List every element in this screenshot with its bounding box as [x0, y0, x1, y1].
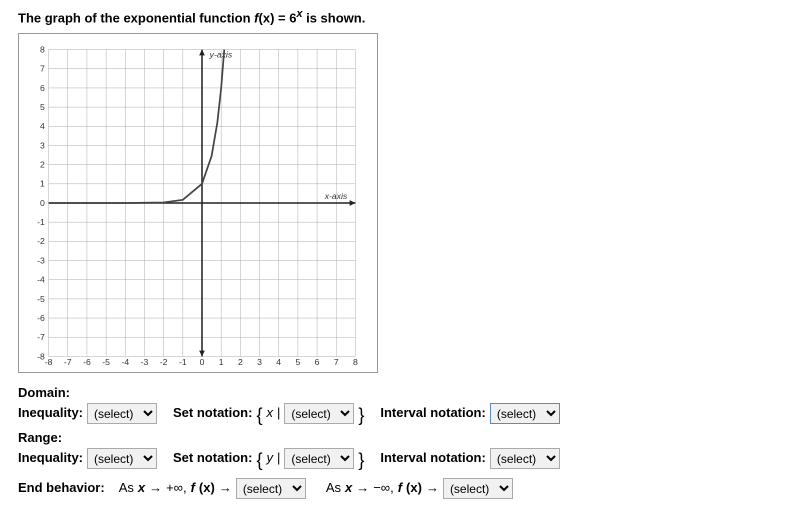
end-xvar-1: x — [138, 477, 145, 499]
svg-text:8: 8 — [40, 45, 45, 55]
graph-svg: y-axis x-axis -8-7-6-5-4-3-2-1012345678 … — [37, 40, 367, 366]
end-arrow-2: → — [356, 477, 369, 499]
svg-text:-6: -6 — [83, 357, 91, 366]
end-fx-1: (x) — [199, 477, 215, 499]
domain-title: Domain: — [18, 385, 782, 400]
svg-text:2: 2 — [238, 357, 243, 366]
set-bar-x: | — [277, 402, 280, 424]
svg-text:5: 5 — [40, 102, 45, 112]
graph-container: y-axis x-axis -8-7-6-5-4-3-2-1012345678 … — [18, 33, 378, 373]
svg-text:3: 3 — [257, 357, 262, 366]
end-fx-2: (x) — [406, 477, 422, 499]
svg-text:1: 1 — [219, 357, 224, 366]
end-arrow-2b: → — [426, 477, 439, 499]
prompt-text-1: The graph of the exponential function — [18, 10, 254, 25]
svg-text:-8: -8 — [45, 357, 53, 366]
prompt-fargs: (x) = 6 — [259, 10, 297, 25]
svg-text:-4: -4 — [121, 357, 129, 366]
endbehavior-neginf-select[interactable]: (select) — [443, 478, 513, 499]
svg-text:0: 0 — [200, 357, 205, 366]
range-inequality-label: Inequality: — [18, 447, 83, 469]
end-xvar-2: x — [345, 477, 352, 499]
domain-row: Inequality: (select) Set notation: {x| (… — [18, 402, 782, 424]
svg-text:-4: -4 — [37, 275, 45, 285]
y-axis-arrow-up — [199, 50, 205, 56]
svg-text:-7: -7 — [37, 332, 45, 342]
svg-text:2: 2 — [40, 160, 45, 170]
end-posinf: +∞, — [166, 477, 186, 499]
domain-inequality-label: Inequality: — [18, 402, 83, 424]
svg-text:-3: -3 — [141, 357, 149, 366]
y-axis-label: y-axis — [209, 50, 233, 60]
svg-text:-5: -5 — [102, 357, 110, 366]
svg-text:4: 4 — [276, 357, 281, 366]
range-interval-label: Interval notation: — [380, 447, 485, 469]
svg-text:6: 6 — [40, 83, 45, 93]
end-f-2: f — [398, 477, 402, 499]
domain-interval-label: Interval notation: — [380, 402, 485, 424]
svg-text:3: 3 — [40, 141, 45, 151]
end-arrow-1: → — [149, 477, 162, 499]
svg-text:1: 1 — [40, 179, 45, 189]
set-var-x: x — [266, 402, 273, 424]
range-interval-select[interactable]: (select) — [490, 448, 560, 469]
range-inequality-select[interactable]: (select) — [87, 448, 157, 469]
x-axis-arrow — [350, 200, 356, 206]
svg-text:0: 0 — [40, 198, 45, 208]
y-tick-labels: -8 -7 -6 -5 -4 -3 -2 -1 0 1 2 3 4 5 6 7 8 — [37, 45, 45, 362]
endbehavior-row: End behavior: As x → +∞, f(x) → (select)… — [18, 477, 782, 499]
svg-text:5: 5 — [295, 357, 300, 366]
range-title: Range: — [18, 430, 782, 445]
set-bar-y: | — [277, 447, 280, 469]
svg-text:-3: -3 — [37, 256, 45, 266]
problem-prompt: The graph of the exponential function f(… — [18, 8, 782, 25]
svg-text:6: 6 — [315, 357, 320, 366]
range-setnotation-label: Set notation: — [173, 447, 252, 469]
svg-text:8: 8 — [353, 357, 358, 366]
end-arrow-1b: → — [219, 477, 232, 499]
y-axis-arrow-down — [199, 351, 205, 357]
end-neginf: −∞, — [373, 477, 393, 499]
x-axis-label: x-axis — [324, 191, 348, 201]
svg-text:-2: -2 — [160, 357, 168, 366]
end-as-1: As — [119, 477, 134, 499]
range-setnotation-select[interactable]: (select) — [284, 448, 354, 469]
set-var-y: y — [266, 447, 273, 469]
range-row: Inequality: (select) Set notation: {y| (… — [18, 447, 782, 469]
domain-setnotation-label: Set notation: — [173, 402, 252, 424]
svg-text:-5: -5 — [37, 294, 45, 304]
svg-text:-7: -7 — [64, 357, 72, 366]
svg-text:7: 7 — [334, 357, 339, 366]
svg-text:7: 7 — [40, 64, 45, 74]
domain-interval-select[interactable]: (select) — [490, 403, 560, 424]
svg-text:4: 4 — [40, 121, 45, 131]
end-as-2: As — [326, 477, 341, 499]
x-tick-labels: -8 -7 -6 -5 -4 -3 -2 -1 0 1 2 3 4 5 6 7 8 — [45, 357, 358, 366]
endbehavior-label: End behavior: — [18, 477, 105, 499]
domain-setnotation-select[interactable]: (select) — [284, 403, 354, 424]
svg-text:-1: -1 — [179, 357, 187, 366]
svg-text:-1: -1 — [37, 217, 45, 227]
endbehavior-posinf-select[interactable]: (select) — [236, 478, 306, 499]
svg-text:-6: -6 — [37, 313, 45, 323]
prompt-text-2: is shown. — [302, 10, 365, 25]
end-f-1: f — [191, 477, 195, 499]
svg-text:-2: -2 — [37, 237, 45, 247]
domain-inequality-select[interactable]: (select) — [87, 403, 157, 424]
svg-text:-8: -8 — [37, 352, 45, 362]
